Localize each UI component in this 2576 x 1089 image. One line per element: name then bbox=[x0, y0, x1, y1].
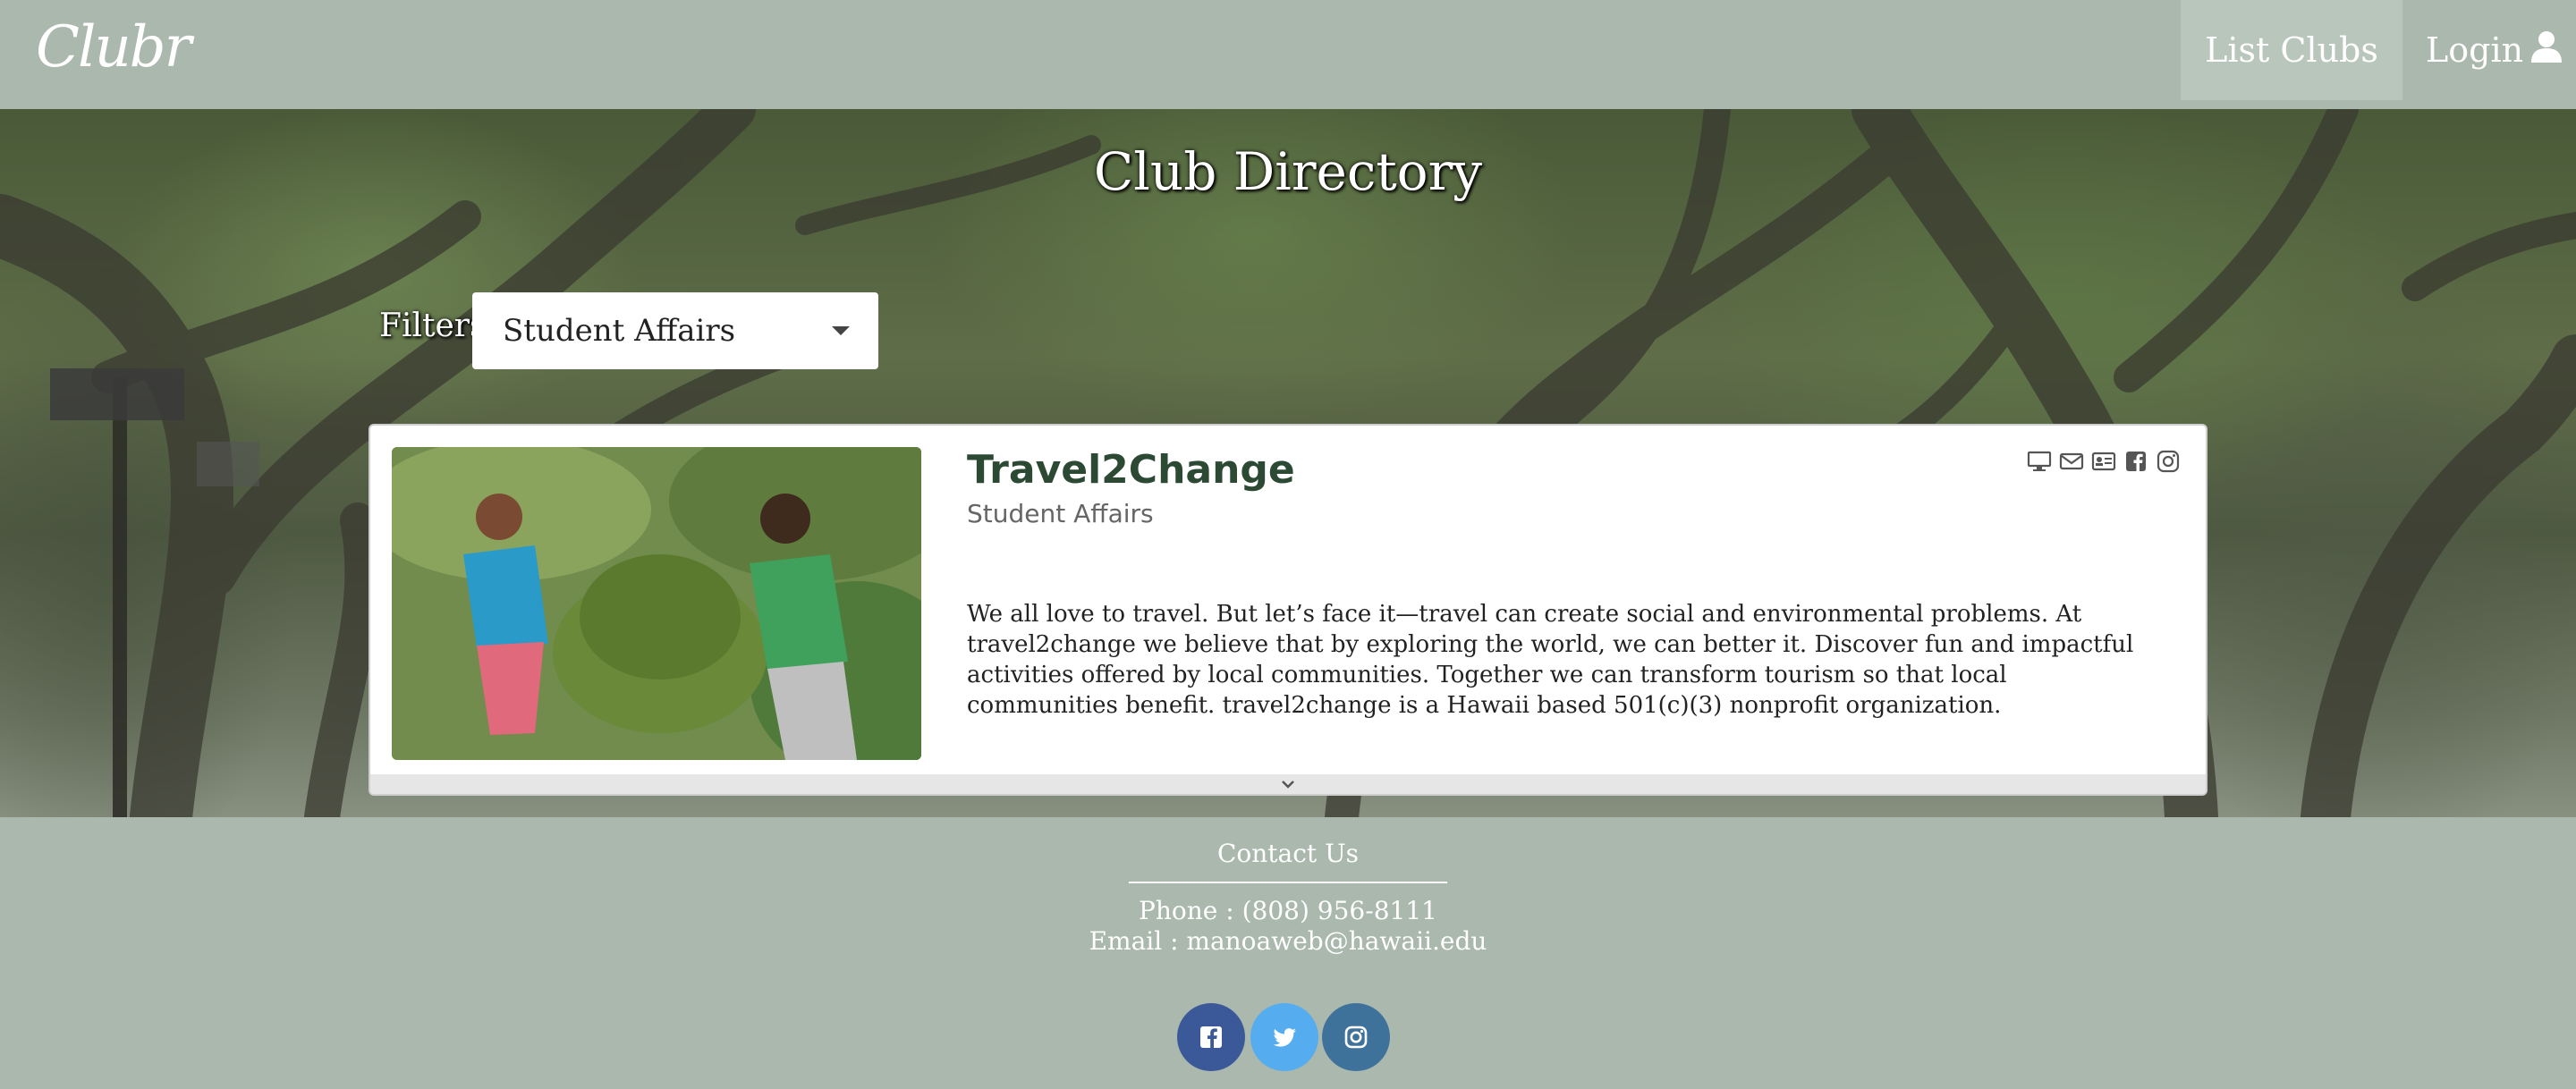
contact-phone: Phone : (808) 956-8111 bbox=[1139, 896, 1437, 925]
login-label: Login bbox=[2426, 30, 2524, 70]
club-card[interactable]: Travel2Change Student Affairs We all lov… bbox=[369, 424, 2207, 796]
category-filter-select[interactable]: Student Affairs bbox=[472, 292, 878, 369]
twitter-button[interactable] bbox=[1250, 1003, 1318, 1071]
hero-section: Club Directory Filters Student Affairs T… bbox=[0, 109, 2576, 817]
expand-card-toggle[interactable] bbox=[370, 774, 2206, 794]
facebook-button[interactable] bbox=[1177, 1003, 1245, 1071]
page-title: Club Directory bbox=[1093, 141, 1483, 202]
twitter-icon bbox=[1273, 1028, 1296, 1047]
list-clubs-link[interactable]: List Clubs bbox=[2181, 0, 2402, 100]
instagram-button[interactable] bbox=[1322, 1003, 1390, 1071]
club-name[interactable]: Travel2Change bbox=[967, 447, 1295, 493]
email-icon[interactable] bbox=[2059, 449, 2084, 474]
contact-email[interactable]: Email : manoaweb@hawaii.edu bbox=[0, 926, 2576, 956]
logo[interactable]: Clubr bbox=[36, 14, 191, 80]
facebook-icon[interactable] bbox=[2123, 449, 2148, 474]
instagram-icon bbox=[1344, 1026, 1368, 1049]
user-icon bbox=[2529, 29, 2564, 72]
caret-down-icon bbox=[832, 326, 850, 335]
instagram-icon[interactable] bbox=[2156, 449, 2181, 474]
facebook-icon bbox=[1200, 1026, 1222, 1048]
website-icon[interactable] bbox=[2027, 449, 2052, 474]
navbar: Clubr List Clubs Login bbox=[0, 0, 2576, 109]
filters-label: Filters bbox=[379, 308, 487, 344]
club-image bbox=[392, 447, 921, 760]
club-category: Student Affairs bbox=[967, 499, 1154, 528]
filter-selected-value: Student Affairs bbox=[503, 313, 736, 349]
club-contact-icons bbox=[2027, 449, 2181, 474]
contact-card-icon[interactable] bbox=[2091, 449, 2116, 474]
divider bbox=[1129, 882, 1447, 883]
chevron-down-icon bbox=[1282, 781, 1294, 789]
footer: Contact Us Phone : (808) 956-8111 Email … bbox=[0, 817, 2576, 1089]
club-description: We all love to travel. But let’s face it… bbox=[967, 601, 2134, 719]
contact-title: Contact Us bbox=[1216, 839, 1360, 868]
login-link[interactable]: Login bbox=[2426, 0, 2564, 100]
